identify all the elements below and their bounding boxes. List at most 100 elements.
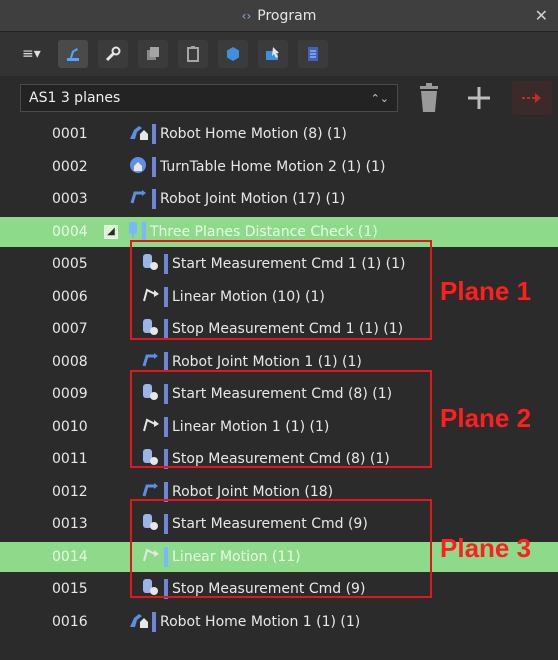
statement-item: Stop Measurement Cmd 1 (1) (1) bbox=[140, 317, 403, 341]
statement-item: Linear Motion 1 (1) (1) bbox=[140, 415, 329, 439]
statement-label: Robot Joint Motion (17) (1) bbox=[160, 191, 346, 207]
paste-button[interactable] bbox=[178, 40, 208, 68]
statement-item: Robot Home Motion (8) (1) bbox=[128, 122, 347, 146]
tools-button[interactable] bbox=[98, 40, 128, 68]
cube-icon bbox=[227, 47, 239, 61]
statement-item: Stop Measurement Cmd (8) (1) bbox=[140, 447, 390, 471]
close-icon[interactable]: ✕ bbox=[535, 6, 548, 25]
statement-number: 0011 bbox=[52, 451, 88, 467]
statement-label: Linear Motion 1 (1) (1) bbox=[172, 418, 330, 435]
statement-row-0012[interactable]: 0012 Robot Joint Motion (18) bbox=[0, 477, 558, 507]
statement-item: Robot Joint Motion (18) bbox=[140, 480, 333, 504]
statement-label: Linear Motion (11) bbox=[172, 548, 301, 565]
statement-row-0007[interactable]: 0007 Stop Measurement Cmd 1 (1) (1) bbox=[0, 314, 558, 344]
toolbar-menu-button[interactable]: ≡▾ bbox=[22, 46, 48, 62]
linear-motion-icon bbox=[140, 545, 162, 569]
statement-item: Robot Home Motion 1 (1) (1) bbox=[128, 610, 360, 634]
statement-label: Start Measurement Cmd (9) bbox=[172, 516, 368, 532]
robot-arm-button[interactable] bbox=[58, 40, 88, 68]
statement-label: Robot Joint Motion (18) bbox=[172, 483, 334, 500]
program-select-value: AS1 3 planes bbox=[29, 90, 121, 106]
statement-number: 0016 bbox=[52, 613, 88, 630]
statement-item: Stop Measurement Cmd (9) bbox=[140, 577, 365, 601]
statement-type-bar bbox=[152, 156, 156, 177]
statement-label: Stop Measurement Cmd 1 (1) (1) bbox=[172, 321, 404, 337]
statement-label: Start Measurement Cmd (8) (1) bbox=[172, 386, 393, 402]
statement-item: Start Measurement Cmd (9) bbox=[140, 512, 368, 536]
plane-1-label: Plane 1 bbox=[440, 276, 532, 306]
wrench-icon bbox=[105, 46, 121, 62]
robot-arm-icon bbox=[67, 48, 79, 61]
window-titlebar: ‹› Program ✕ bbox=[0, 0, 558, 32]
measurement-cmd-icon bbox=[140, 317, 162, 341]
statement-type-bar bbox=[164, 546, 168, 567]
run-program-button[interactable] bbox=[512, 81, 552, 115]
robot-home-icon bbox=[128, 122, 150, 146]
statement-row-0011[interactable]: 0011 Stop Measurement Cmd (8) (1) bbox=[0, 444, 558, 474]
statement-type-bar bbox=[164, 449, 168, 469]
plane-2-label: Plane 2 bbox=[440, 403, 532, 433]
probe-icon bbox=[126, 220, 140, 244]
robot-home-icon bbox=[128, 610, 150, 634]
plane-3-label: Plane 3 bbox=[440, 533, 532, 563]
program-toolbar: ≡▾ bbox=[0, 32, 558, 76]
statement-type-bar bbox=[164, 384, 168, 404]
select-button[interactable] bbox=[258, 40, 288, 68]
statement-number: 0009 bbox=[52, 386, 88, 402]
delete-program-button[interactable] bbox=[412, 81, 446, 115]
statement-label: Three Planes Distance Check (1) bbox=[150, 223, 378, 240]
measurement-cmd-icon bbox=[140, 447, 162, 471]
program-actions bbox=[412, 81, 552, 115]
statement-row-0001[interactable]: 0001 Robot Home Motion (8) (1) bbox=[0, 119, 558, 149]
statement-item: TurnTable Home Motion 2 (1) (1) bbox=[128, 155, 386, 179]
statement-row-0003[interactable]: 0003 Robot Joint Motion (17) (1) bbox=[0, 184, 558, 214]
statement-label: Start Measurement Cmd 1 (1) (1) bbox=[172, 256, 406, 272]
statement-row-0005[interactable]: 0005 Start Measurement Cmd 1 (1) (1) bbox=[0, 249, 558, 279]
measurement-cmd-icon bbox=[140, 577, 162, 601]
paste-icon bbox=[187, 46, 199, 62]
statement-row-0002[interactable]: 0002 TurnTable Home Motion 2 (1) (1) bbox=[0, 152, 558, 182]
statement-number: 0002 bbox=[52, 158, 88, 175]
select-arrows-icon: ⌃⌄ bbox=[370, 91, 389, 105]
object-button[interactable] bbox=[218, 40, 248, 68]
statement-number: 0008 bbox=[52, 353, 88, 370]
select-icon bbox=[266, 47, 279, 60]
program-icon: ‹› bbox=[241, 8, 252, 23]
statement-number: 0001 bbox=[52, 126, 88, 142]
statement-number: 0013 bbox=[52, 516, 88, 532]
add-program-button[interactable] bbox=[462, 81, 496, 115]
program-selector-row: AS1 3 planes ⌃⌄ bbox=[0, 78, 558, 118]
program-select[interactable]: AS1 3 planes ⌃⌄ bbox=[20, 84, 398, 112]
statement-item: Start Measurement Cmd (8) (1) bbox=[140, 382, 392, 406]
statement-label: Robot Joint Motion 1 (1) (1) bbox=[172, 353, 362, 370]
copy-button[interactable] bbox=[138, 40, 168, 68]
list-button[interactable] bbox=[298, 40, 328, 68]
statement-number: 0010 bbox=[52, 418, 88, 435]
statement-type-bar bbox=[164, 514, 168, 534]
copy-icon bbox=[147, 47, 159, 60]
statement-row-0015[interactable]: 0015 Stop Measurement Cmd (9) bbox=[0, 574, 558, 604]
joint-motion-icon bbox=[140, 350, 162, 374]
turntable-home-icon bbox=[128, 155, 150, 179]
statement-item: Robot Joint Motion (17) (1) bbox=[128, 187, 345, 211]
statement-item: Robot Joint Motion 1 (1) (1) bbox=[140, 350, 362, 374]
window-title-text: Program bbox=[257, 7, 317, 24]
measurement-cmd-icon bbox=[140, 382, 162, 406]
collapse-toggle-icon[interactable]: ◢ bbox=[104, 224, 118, 239]
statement-number: 0006 bbox=[52, 288, 88, 305]
list-icon bbox=[308, 47, 318, 61]
plus-icon bbox=[468, 87, 490, 109]
linear-motion-icon bbox=[140, 285, 162, 309]
statement-label: Linear Motion (10) (1) bbox=[172, 288, 325, 305]
statement-label: Robot Home Motion (8) (1) bbox=[160, 126, 347, 142]
statement-row-0016[interactable]: 0016 Robot Home Motion 1 (1) (1) bbox=[0, 607, 558, 637]
statement-number: 0003 bbox=[52, 191, 88, 207]
statement-type-bar bbox=[164, 416, 168, 437]
statement-row-0004[interactable]: 0004 ◢ Three Planes Distance Check (1) bbox=[0, 216, 558, 247]
statement-row-0008[interactable]: 0008 Robot Joint Motion 1 (1) (1) bbox=[0, 347, 558, 377]
statement-number: 0012 bbox=[52, 483, 88, 500]
statement-type-bar bbox=[152, 124, 156, 144]
statement-type-bar bbox=[164, 286, 168, 307]
linear-motion-icon bbox=[140, 415, 162, 439]
statement-type-bar bbox=[142, 221, 146, 242]
